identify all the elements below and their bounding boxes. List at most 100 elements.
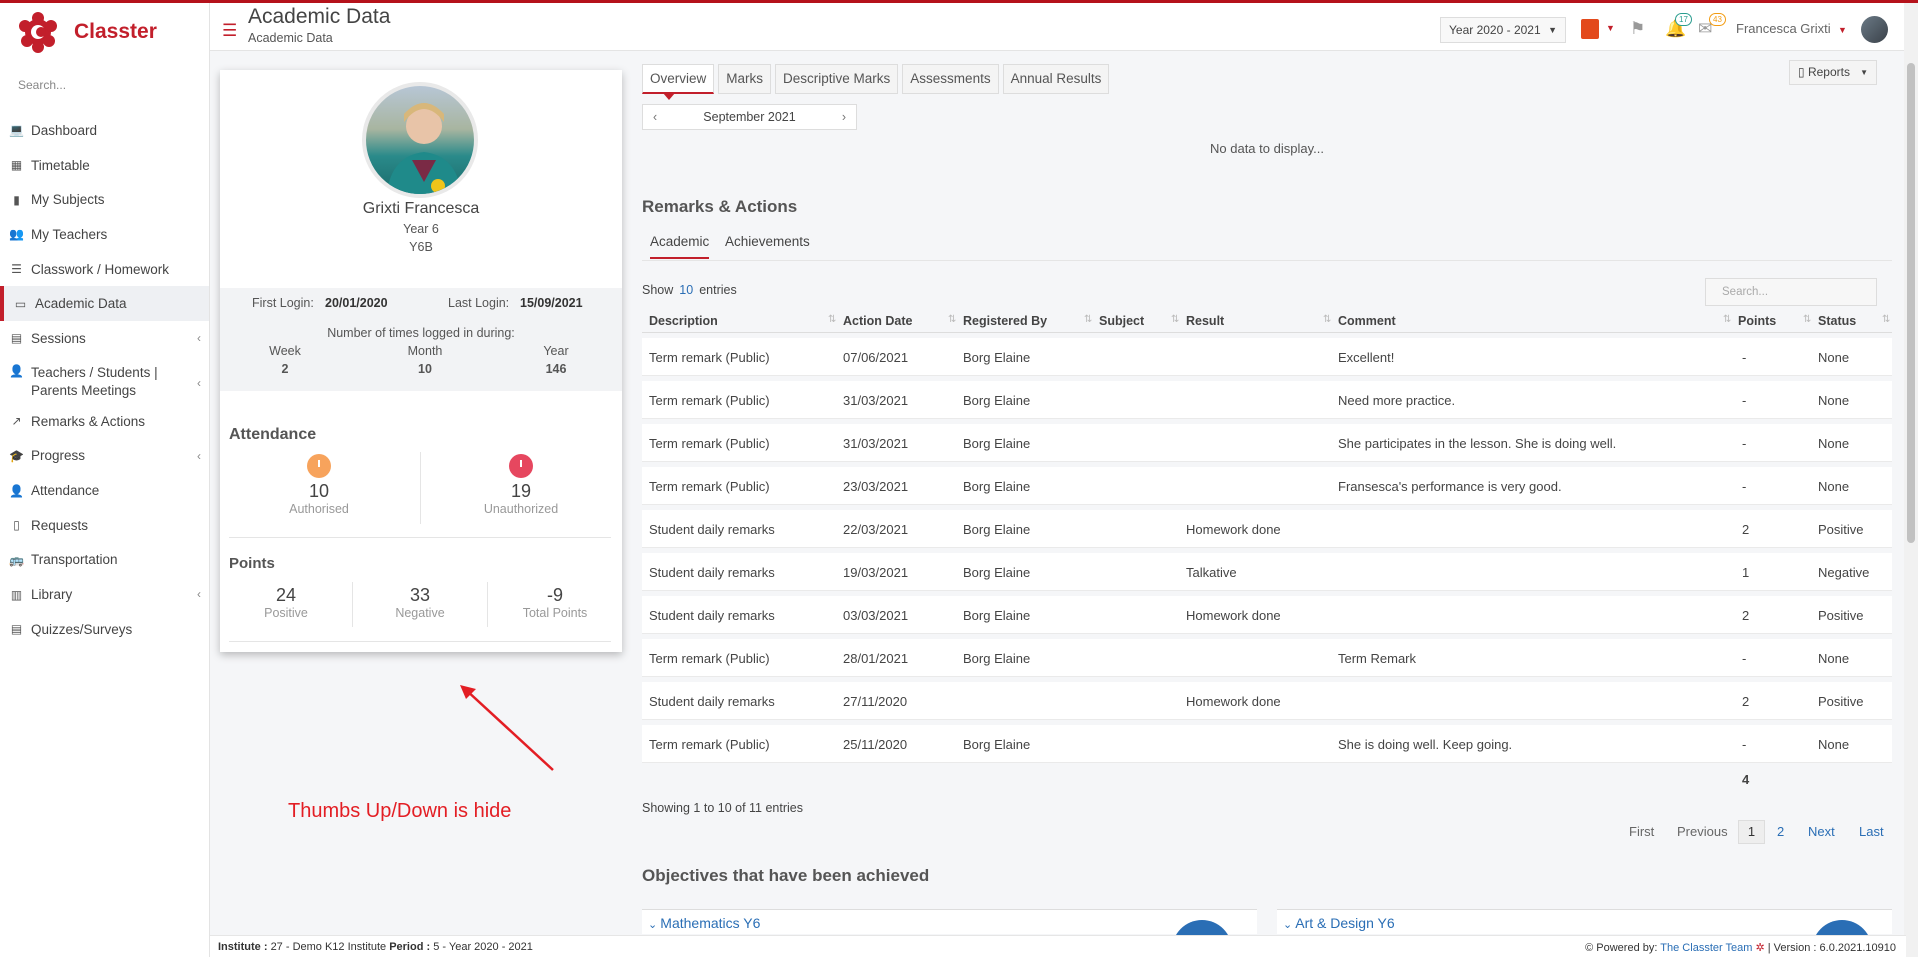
cell-description: Term remark (Public) bbox=[649, 651, 770, 666]
cell-action-date: 19/03/2021 bbox=[843, 565, 909, 580]
caret-down-icon[interactable]: ▼ bbox=[1838, 25, 1847, 35]
col-registered-by[interactable]: Registered By bbox=[963, 314, 1047, 328]
sort-icon[interactable]: ⇅ bbox=[1882, 314, 1890, 325]
sort-icon[interactable]: ⇅ bbox=[1084, 314, 1092, 325]
sidebar-item-attendance[interactable]: 👤 Attendance bbox=[0, 473, 209, 508]
col-comment[interactable]: Comment bbox=[1338, 314, 1396, 328]
chevron-left-icon[interactable]: ‹ bbox=[653, 105, 657, 129]
col-status[interactable]: Status bbox=[1818, 314, 1856, 328]
sidebar-item-requests[interactable]: ▯ Requests bbox=[0, 508, 209, 543]
objective-panel[interactable]: ⌄ Art & Design Y6 bbox=[1277, 909, 1892, 957]
sidebar-item-my-subjects[interactable]: ▮ My Subjects bbox=[0, 182, 209, 217]
tab-marks[interactable]: Marks bbox=[718, 64, 772, 94]
sidebar-item-quizzes[interactable]: ▤ Quizzes/Surveys bbox=[0, 612, 209, 647]
reports-button[interactable]: ▯ Reports ▼ bbox=[1789, 60, 1877, 85]
tab-achievements[interactable]: Achievements bbox=[725, 234, 810, 249]
pager-next[interactable]: Next bbox=[1808, 824, 1835, 839]
user-menu[interactable]: Francesca Grixti bbox=[1736, 21, 1831, 36]
divider bbox=[229, 537, 611, 538]
table-row: Term remark (Public) 07/06/2021 Borg Elain… bbox=[642, 338, 1892, 376]
year-select[interactable]: Year 2020 - 2021 ▼ bbox=[1440, 17, 1566, 43]
cell-description: Term remark (Public) bbox=[649, 436, 770, 451]
sidebar-item-library[interactable]: ▥ Library ‹ bbox=[0, 577, 209, 612]
no-data-message: No data to display... bbox=[1210, 141, 1324, 156]
caret-down-icon[interactable]: ▼ bbox=[1606, 23, 1615, 33]
table-row: Student daily remarks 03/03/2021 Borg Elai… bbox=[642, 596, 1892, 634]
table-row: Student daily remarks 19/03/2021 Borg Elai… bbox=[642, 553, 1892, 591]
office-icon[interactable] bbox=[1581, 19, 1599, 39]
sidebar-item-classwork[interactable]: ☰ Classwork / Homework bbox=[0, 252, 209, 287]
objective-panel[interactable]: ⌄ Mathematics Y6 bbox=[642, 909, 1257, 957]
sidebar-item-academic-data[interactable]: ▭ Academic Data bbox=[0, 286, 209, 322]
hamburger-menu-icon[interactable]: ☰ bbox=[222, 21, 237, 41]
sidebar-item-progress[interactable]: 🎓 Progress ‹ bbox=[0, 439, 209, 474]
tab-descriptive-marks[interactable]: Descriptive Marks bbox=[775, 64, 899, 94]
page-scrollbar[interactable] bbox=[1904, 3, 1918, 957]
col-description[interactable]: Description bbox=[649, 314, 718, 328]
sort-icon[interactable]: ⇅ bbox=[828, 314, 836, 325]
sidebar-item-meetings[interactable]: 👤 Teachers / Students | Parents Meetings ‹ bbox=[0, 356, 209, 404]
cell-registered-by: Borg Elaine bbox=[963, 393, 1031, 408]
sort-icon[interactable]: ⇅ bbox=[1723, 314, 1731, 325]
student-photo-image bbox=[386, 103, 462, 194]
authorised-label: Authorised bbox=[289, 502, 349, 516]
sort-icon[interactable]: ⇅ bbox=[1803, 314, 1811, 325]
pager-previous[interactable]: Previous bbox=[1677, 824, 1728, 839]
avatar[interactable] bbox=[1861, 16, 1888, 43]
tab-annual-results[interactable]: Annual Results bbox=[1002, 64, 1110, 94]
table-row: Term remark (Public) 28/01/2021 Borg Elain… bbox=[642, 639, 1892, 677]
scrollbar-thumb[interactable] bbox=[1907, 63, 1915, 543]
sidebar-search-input[interactable]: Search... bbox=[0, 67, 209, 103]
page-length: Show 10 entries bbox=[642, 283, 737, 297]
logo[interactable]: Classter bbox=[0, 3, 209, 61]
divider bbox=[642, 332, 1892, 333]
sidebar-item-sessions[interactable]: ▤ Sessions ‹ bbox=[0, 321, 209, 356]
sort-icon[interactable]: ⇅ bbox=[948, 314, 956, 325]
cell-action-date: 31/03/2021 bbox=[843, 436, 909, 451]
pager-current[interactable]: 1 bbox=[1738, 820, 1765, 844]
total-label: Total Points bbox=[522, 606, 588, 620]
tab-academic[interactable]: Academic bbox=[650, 234, 710, 259]
cell-registered-by: Borg Elaine bbox=[963, 436, 1031, 451]
clipboard-icon: ▤ bbox=[10, 622, 23, 637]
pager-first[interactable]: First bbox=[1629, 824, 1654, 839]
cell-registered-by: Borg Elaine bbox=[963, 350, 1031, 365]
annotation-text: Thumbs Up/Down is hide bbox=[288, 800, 512, 822]
page-length-select[interactable]: 10 bbox=[679, 283, 693, 297]
table-search-input[interactable]: Search... bbox=[1705, 278, 1877, 306]
sidebar-item-remarks[interactable]: ↗ Remarks & Actions bbox=[0, 404, 209, 439]
tab-overview[interactable]: Overview bbox=[642, 64, 715, 94]
points-total: 4 bbox=[1742, 772, 1750, 787]
sidebar-item-timetable[interactable]: ▦ Timetable bbox=[0, 148, 209, 183]
sidebar-item-transportation[interactable]: 🚌 Transportation bbox=[0, 543, 209, 578]
col-points[interactable]: Points bbox=[1738, 314, 1776, 328]
cell-comment: She is doing well. Keep going. bbox=[1338, 737, 1513, 752]
pager-last[interactable]: Last bbox=[1859, 824, 1884, 839]
cell-result: Talkative bbox=[1186, 565, 1237, 580]
sidebar-item-dashboard[interactable]: 💻 Dashboard bbox=[0, 113, 209, 148]
points-title: Points bbox=[229, 555, 275, 572]
col-subject[interactable]: Subject bbox=[1099, 314, 1144, 328]
chevron-left-icon: ‹ bbox=[197, 375, 201, 390]
entries-label: entries bbox=[699, 283, 737, 297]
sidebar-item-label: My Teachers bbox=[31, 226, 108, 242]
pager-page-2[interactable]: 2 bbox=[1777, 824, 1784, 839]
tab-assessments[interactable]: Assessments bbox=[902, 64, 999, 94]
current-month: September 2021 bbox=[703, 110, 796, 124]
cell-action-date: 03/03/2021 bbox=[843, 608, 909, 623]
sort-icon[interactable]: ⇅ bbox=[1323, 314, 1331, 325]
negative-points: 33 Negative bbox=[360, 585, 480, 620]
last-login-value: 15/09/2021 bbox=[520, 296, 583, 310]
month-count: 10 bbox=[418, 362, 432, 376]
cell-description: Term remark (Public) bbox=[649, 479, 770, 494]
sort-icon[interactable]: ⇅ bbox=[1171, 314, 1179, 325]
divider bbox=[229, 641, 611, 642]
footer-version: © Powered by: The Classter Team ✲ | Vers… bbox=[1585, 941, 1896, 954]
chevron-right-icon[interactable]: › bbox=[842, 105, 846, 129]
powered-link[interactable]: The Classter Team bbox=[1660, 942, 1752, 954]
sidebar-item-my-teachers[interactable]: 👥 My Teachers bbox=[0, 217, 209, 252]
flag-icon[interactable]: ⚑ bbox=[1630, 19, 1645, 39]
col-result[interactable]: Result bbox=[1186, 314, 1224, 328]
col-action-date[interactable]: Action Date bbox=[843, 314, 912, 328]
cell-action-date: 23/03/2021 bbox=[843, 479, 909, 494]
